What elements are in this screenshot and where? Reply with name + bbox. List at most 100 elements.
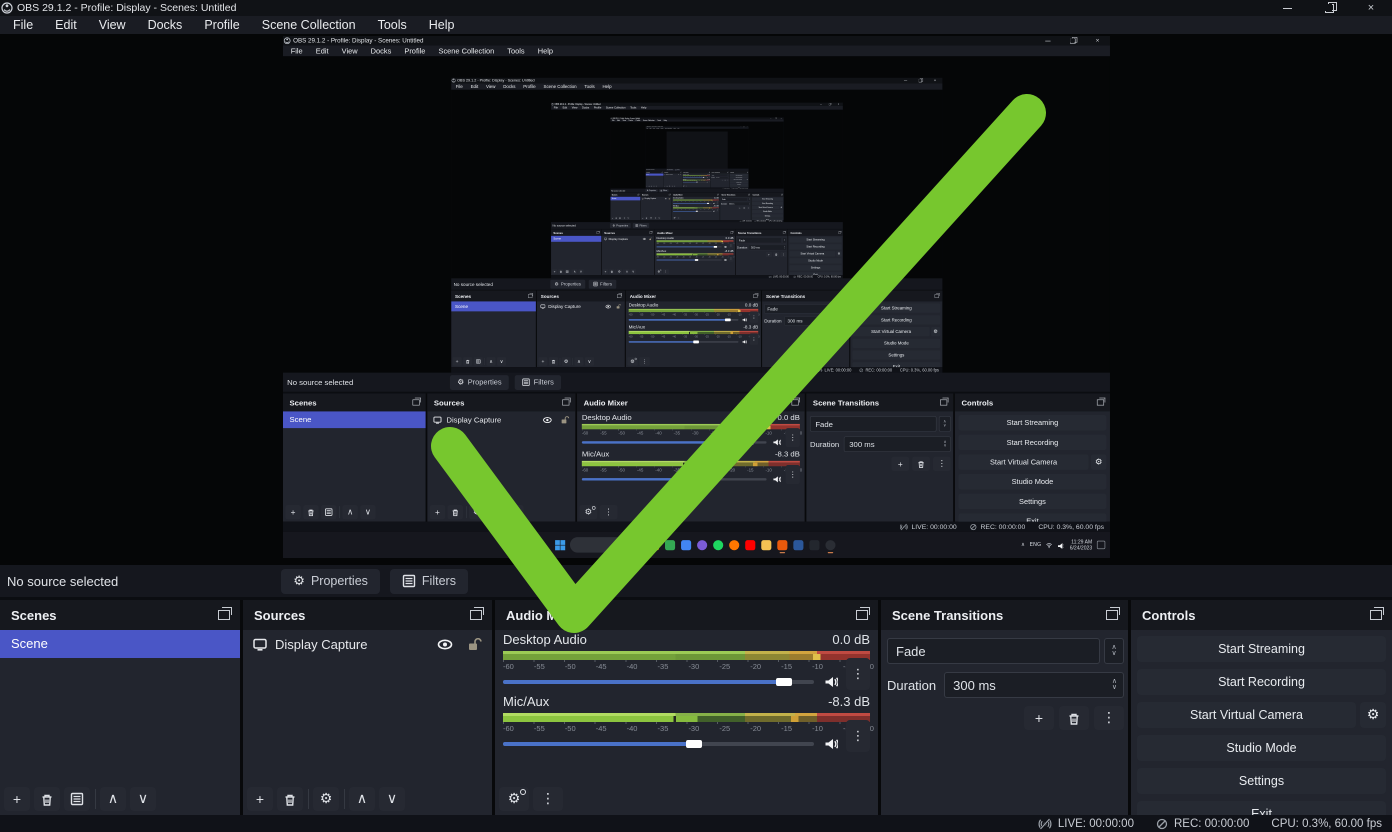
- source-properties-button[interactable]: ⚙: [617, 269, 622, 274]
- settings-button[interactable]: Settings: [752, 214, 783, 217]
- preview-canvas[interactable]: OBS 29.1.2 - Profile: Display - Scenes: …: [551, 103, 843, 288]
- scene-list-item[interactable]: Scene: [0, 630, 240, 658]
- advanced-audio-button[interactable]: ⚙: [656, 269, 662, 274]
- start-virtual-camera-button[interactable]: Start Virtual Camera: [852, 327, 929, 336]
- move-scene-up-button[interactable]: ∧: [342, 505, 357, 519]
- lock-icon[interactable]: [616, 304, 621, 309]
- popout-icon[interactable]: [838, 232, 841, 234]
- add-scene-button[interactable]: +: [453, 357, 462, 366]
- source-list-item[interactable]: Display Capture: [537, 301, 625, 311]
- move-source-up-button[interactable]: ∧: [349, 787, 375, 811]
- source-list-item[interactable]: Display Capture: [243, 630, 492, 658]
- virtual-camera-settings-button[interactable]: ⚙: [836, 251, 841, 257]
- start-streaming-button[interactable]: Start Streaming: [789, 237, 841, 243]
- remove-source-button[interactable]: [448, 505, 463, 519]
- speaker-icon[interactable]: [824, 675, 838, 689]
- start-button-icon[interactable]: [555, 540, 565, 550]
- speaker-icon[interactable]: [773, 438, 781, 446]
- obs-tray-icon[interactable]: [825, 540, 835, 550]
- menu-file[interactable]: File: [284, 46, 309, 57]
- volume-icon[interactable]: [1057, 542, 1064, 549]
- tray-chevron-icon[interactable]: ∧: [1021, 542, 1025, 548]
- source-properties-button[interactable]: ⚙: [562, 357, 571, 366]
- transition-select-arrows[interactable]: ∧∨: [939, 416, 951, 431]
- transition-menu-button[interactable]: ⋮: [1094, 706, 1124, 730]
- menu-profile[interactable]: Profile: [193, 16, 250, 34]
- transition-select-arrows[interactable]: ∧∨: [783, 238, 787, 244]
- lock-icon[interactable]: [680, 174, 681, 175]
- transition-select[interactable]: Fade: [764, 304, 839, 313]
- menu-view[interactable]: View: [335, 46, 364, 57]
- scene-filters-button[interactable]: [64, 787, 90, 811]
- add-transition-button[interactable]: +: [813, 328, 824, 337]
- popout-icon[interactable]: [792, 399, 799, 405]
- preview-canvas[interactable]: OBS 29.1.2 - Profile: Display - Scenes: …: [283, 36, 1110, 558]
- remove-scene-button[interactable]: [463, 357, 472, 366]
- visibility-eye-icon[interactable]: [437, 639, 453, 650]
- transition-select[interactable]: Fade: [810, 416, 937, 431]
- popout-icon[interactable]: [748, 194, 749, 195]
- studio-mode-button[interactable]: Studio Mode: [1137, 735, 1386, 761]
- popout-icon[interactable]: [470, 610, 482, 620]
- filters-button[interactable]: Filters: [589, 280, 617, 289]
- channel-menu-button[interactable]: ⋮: [846, 720, 870, 752]
- remove-source-button[interactable]: [277, 787, 303, 811]
- virtual-camera-settings-button[interactable]: ⚙: [780, 206, 783, 209]
- chat-badge-icon[interactable]: [697, 540, 707, 550]
- filters-button[interactable]: Filters: [515, 375, 561, 390]
- remove-transition-button[interactable]: [1059, 706, 1089, 730]
- start-streaming-button[interactable]: Start Streaming: [958, 415, 1106, 430]
- channel-menu-button[interactable]: ⋮: [728, 255, 733, 262]
- popout-icon[interactable]: [856, 610, 868, 620]
- meet-icon[interactable]: [681, 540, 691, 550]
- lock-icon[interactable]: [467, 638, 482, 651]
- source-list-item[interactable]: Display Capture: [427, 411, 575, 428]
- scene-list-item[interactable]: Scene: [283, 411, 426, 428]
- move-scene-up-button[interactable]: ∧: [572, 269, 577, 274]
- mixer-menu-button[interactable]: ⋮: [639, 357, 650, 366]
- scene-filters-button[interactable]: [474, 357, 483, 366]
- popout-icon[interactable]: [1106, 610, 1118, 620]
- remove-scene-button[interactable]: [303, 505, 318, 519]
- menu-tools[interactable]: Tools: [501, 46, 531, 57]
- notification-icon[interactable]: [1097, 541, 1105, 549]
- language-indicator[interactable]: ENG: [1030, 542, 1042, 548]
- popout-icon[interactable]: [669, 194, 670, 195]
- preview-canvas[interactable]: OBS 29.1.2 - Profile: Display - Scenes: …: [610, 117, 783, 227]
- menu-edit[interactable]: Edit: [44, 16, 88, 34]
- word-icon[interactable]: [793, 540, 803, 550]
- scene-filters-button[interactable]: [564, 269, 569, 274]
- menu-profile[interactable]: Profile: [398, 46, 432, 57]
- settings-button[interactable]: Settings: [1137, 768, 1386, 794]
- channel-menu-button[interactable]: ⋮: [786, 465, 800, 484]
- popout-icon[interactable]: [1370, 610, 1382, 620]
- virtual-camera-settings-button[interactable]: ⚙: [1360, 702, 1386, 728]
- restore-button[interactable]: [1060, 36, 1085, 46]
- speaker-icon[interactable]: [742, 339, 747, 344]
- popout-icon[interactable]: [1097, 399, 1104, 405]
- start-recording-button[interactable]: Start Recording: [1137, 669, 1386, 695]
- add-transition-button[interactable]: +: [738, 206, 742, 209]
- start-streaming-button[interactable]: Start Streaming: [852, 304, 940, 313]
- transition-menu-button[interactable]: ⋮: [747, 206, 751, 209]
- minimize-button[interactable]: [1266, 0, 1308, 16]
- installer-icon[interactable]: [777, 540, 787, 550]
- add-source-button[interactable]: +: [430, 505, 445, 519]
- filters-button[interactable]: Filters: [659, 189, 669, 192]
- move-scene-up-button[interactable]: ∧: [486, 357, 495, 366]
- start-virtual-camera-button[interactable]: Start Virtual Camera: [1137, 702, 1356, 728]
- close-button[interactable]: ×: [1350, 0, 1392, 16]
- add-transition-button[interactable]: +: [766, 252, 772, 257]
- add-source-button[interactable]: +: [538, 357, 547, 366]
- popout-icon[interactable]: [638, 194, 639, 195]
- popout-icon[interactable]: [717, 194, 718, 195]
- transition-menu-button[interactable]: ⋮: [933, 457, 951, 471]
- taskbar-search-box[interactable]: [570, 537, 640, 552]
- transition-menu-button[interactable]: ⋮: [780, 252, 786, 257]
- remove-source-button[interactable]: [549, 357, 558, 366]
- add-scene-button[interactable]: +: [285, 505, 300, 519]
- remove-transition-button[interactable]: [912, 457, 930, 471]
- speaker-icon[interactable]: [824, 737, 838, 751]
- start-virtual-camera-button[interactable]: Start Virtual Camera: [789, 251, 835, 257]
- wifi-icon[interactable]: [1046, 542, 1053, 549]
